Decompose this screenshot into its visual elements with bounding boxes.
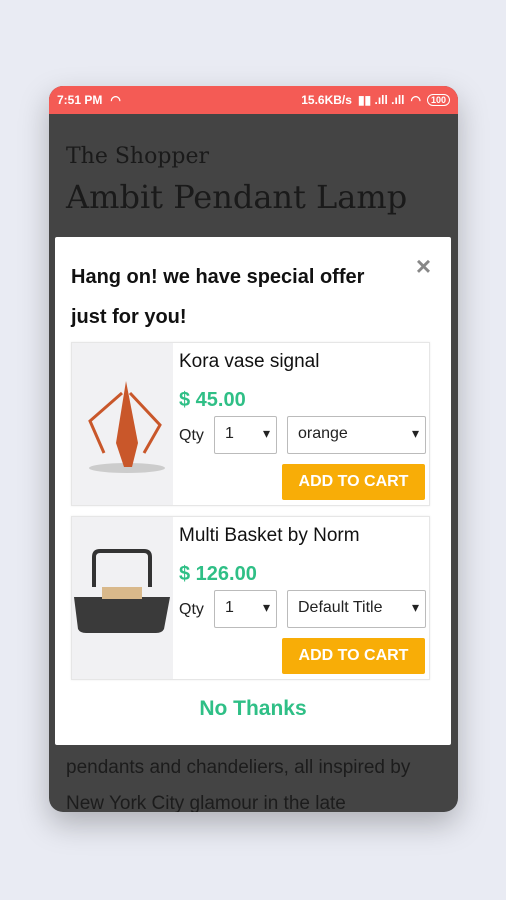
modal-title: Hang on! we have special offer just for … [71, 266, 365, 328]
status-bar: 7:51 PM ◠ 15.6KB/s ▮▮ .ıll .ıll ◠ 100 [49, 86, 458, 114]
wifi-icon: ◠ [110, 93, 121, 107]
product-image [72, 343, 173, 505]
signal-icon: ▮▮ .ıll .ıll [357, 93, 405, 107]
store-name: The Shopper [66, 144, 210, 169]
product-price: $ 45.00 [179, 389, 246, 411]
product-card: Multi Basket by Norm $ 126.00 Qty 1 Defa… [71, 516, 430, 680]
product-name: Kora vase signal [179, 351, 320, 372]
clock: 7:51 PM [57, 93, 103, 107]
page-background: The Shopper Ambit Pendant Lamp The Tribe… [49, 114, 458, 812]
product-title: Ambit Pendant Lamp [66, 178, 408, 216]
variant-select[interactable]: Default Title [287, 590, 426, 628]
product-card: Kora vase signal $ 45.00 Qty 1 orange AD… [71, 342, 430, 506]
phone-screen: 7:51 PM ◠ 15.6KB/s ▮▮ .ıll .ıll ◠ 100 The Sh… [49, 86, 458, 812]
offer-modal: × Hang on! we have special offer just fo… [55, 237, 451, 745]
variant-select[interactable]: orange [287, 416, 426, 454]
qty-label: Qty [179, 427, 204, 444]
battery-icon: 100 [426, 94, 450, 106]
qty-select[interactable]: 1 [214, 590, 277, 628]
no-thanks-button[interactable]: No Thanks [55, 697, 451, 721]
product-name: Multi Basket by Norm [179, 525, 360, 546]
qty-select[interactable]: 1 [214, 416, 277, 454]
network-speed: 15.6KB/s [301, 93, 352, 107]
wifi-icon: ◠ [410, 93, 421, 107]
product-image [72, 517, 173, 679]
add-to-cart-button[interactable]: ADD TO CART [282, 638, 425, 674]
product-price: $ 126.00 [179, 563, 257, 585]
qty-label: Qty [179, 601, 204, 618]
add-to-cart-button[interactable]: ADD TO CART [282, 464, 425, 500]
close-icon[interactable]: × [416, 251, 431, 282]
